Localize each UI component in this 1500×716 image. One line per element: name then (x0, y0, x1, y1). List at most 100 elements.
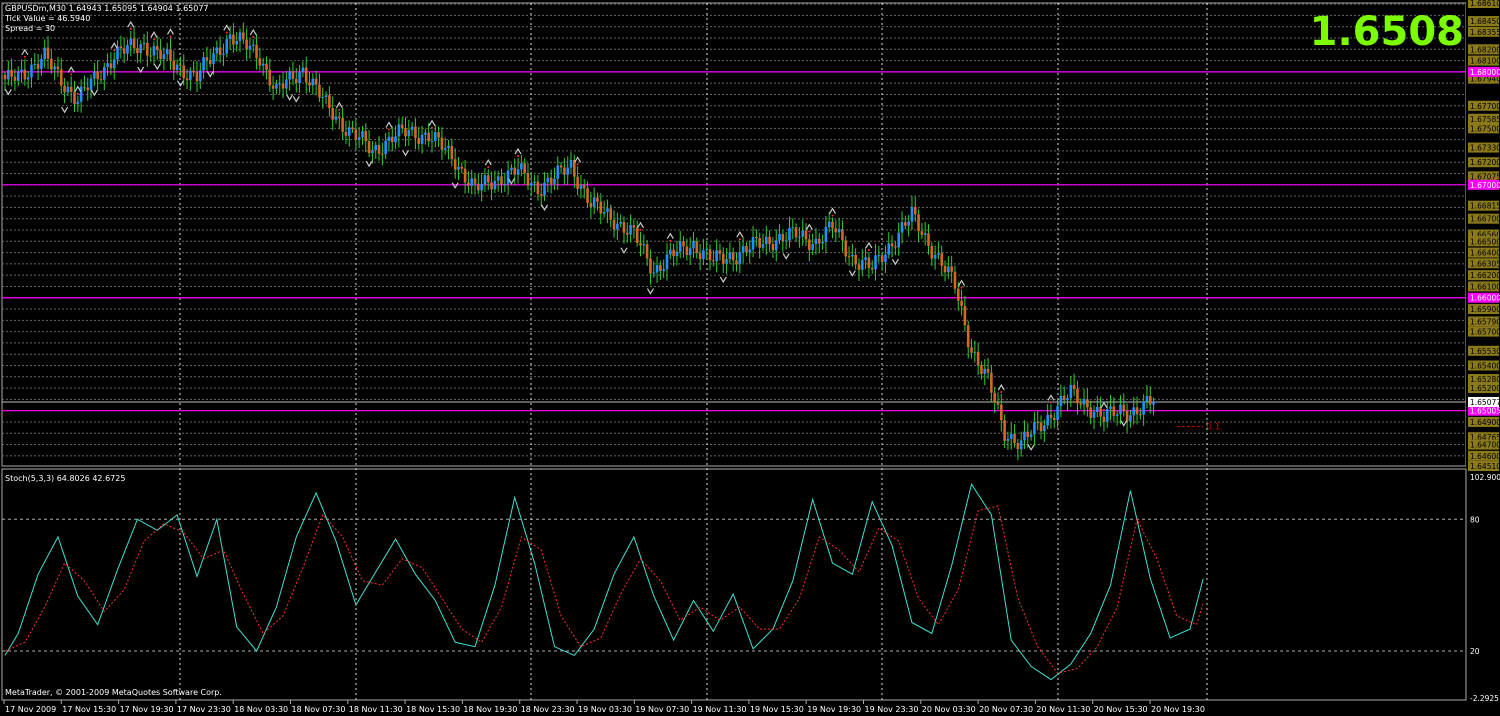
time-axis-label: 19 Nov 07:30 (635, 705, 689, 714)
candle-body (242, 32, 245, 40)
candle-body (420, 134, 424, 144)
candle-body (1112, 406, 1116, 416)
fractal-dot (76, 92, 79, 95)
candle-body (50, 58, 53, 70)
candle-body (357, 137, 361, 140)
candle-body (669, 249, 672, 255)
fractal-dot (225, 31, 228, 34)
candle-body (735, 260, 738, 265)
candle-body (771, 244, 775, 251)
candle-body (467, 182, 470, 186)
candle-body (1009, 433, 1013, 439)
fractal-dot (70, 73, 73, 76)
stochastic-axis-label: -2.2925 (1470, 694, 1499, 703)
candle-body (900, 222, 904, 233)
candle-body (308, 82, 311, 86)
candle-body (712, 260, 715, 262)
price-axis-label: 1.65900 (1470, 305, 1500, 314)
candle-body (1092, 411, 1096, 418)
candle-body (169, 49, 172, 61)
price-axis[interactable]: 1.686101.684501.683551.682001.681001.679… (1466, 0, 1500, 703)
down-fractal-marker (137, 66, 145, 74)
candle-body (7, 69, 10, 80)
candle-body (990, 372, 993, 393)
candle-body (397, 124, 401, 137)
candle-body (645, 244, 649, 259)
candle-body (384, 140, 387, 155)
price-axis-label: 1.66100 (1470, 282, 1500, 291)
candle-body (665, 254, 669, 270)
fractal-dot (169, 35, 172, 38)
candle-body (1056, 406, 1059, 421)
candle-body (354, 129, 358, 140)
candle-body (635, 227, 639, 243)
candle-body (255, 44, 258, 59)
candle-body (808, 239, 811, 250)
candle-body (980, 365, 983, 374)
candle-body (387, 136, 391, 141)
candle-body (606, 208, 609, 213)
candle-body (566, 167, 569, 175)
candle-body (162, 54, 166, 60)
candle-body (427, 132, 430, 142)
candle-body (950, 266, 953, 272)
down-fractal-marker (292, 96, 300, 103)
candle-body (208, 60, 212, 64)
down-fractal-marker (1120, 420, 1128, 427)
candle-body (586, 188, 589, 203)
candle-body (731, 252, 735, 261)
candle-body (400, 124, 404, 129)
down-fractal-marker (782, 253, 790, 260)
candle-body (983, 368, 987, 374)
candle-body (506, 170, 510, 184)
candle-body (288, 71, 291, 80)
fractal-dot (152, 38, 155, 41)
candle-body (923, 233, 927, 235)
candle-body (149, 55, 152, 57)
candle-body (784, 240, 788, 242)
time-axis-label: 18 Nov 03:30 (234, 705, 288, 714)
candle-body (185, 78, 189, 81)
candle-body (725, 259, 728, 264)
candle-body (688, 248, 692, 256)
candle-body (609, 208, 613, 220)
candle-body (721, 253, 725, 264)
candle-body (1105, 409, 1109, 422)
candle-body (794, 227, 798, 238)
candle-body (592, 197, 596, 208)
candle-body (685, 246, 689, 256)
candle-body (46, 47, 50, 59)
candle-body (897, 232, 900, 248)
candle-body (927, 233, 930, 246)
down-fractal-marker (286, 94, 294, 101)
candle-body (93, 71, 96, 79)
candle-body (553, 178, 556, 184)
candle-body (152, 46, 156, 56)
candle-body (1052, 417, 1056, 421)
up-fractal-marker (514, 147, 522, 155)
candle-body (132, 38, 136, 49)
candle-body (576, 176, 579, 189)
time-axis-label: 17 Nov 19:30 (120, 705, 174, 714)
spread-label: Spread = 30 (5, 24, 56, 33)
candle-body (821, 241, 824, 244)
candle-body (966, 325, 970, 348)
candle-body (718, 250, 722, 254)
candle-body (761, 244, 765, 248)
symbol-info: GBPUSDm,M30 1.64943 1.65095 1.64904 1.65… (5, 4, 209, 13)
candle-body (496, 176, 500, 181)
candle-body (556, 165, 560, 179)
fractal-dot (669, 239, 672, 242)
candle-body (778, 233, 781, 241)
candle-body (937, 253, 940, 255)
price-axis-label: 1.64510 (1470, 462, 1500, 471)
candle-body (301, 67, 305, 73)
candle-body (10, 69, 13, 77)
candle-body (1096, 406, 1099, 412)
candle-body (1059, 395, 1063, 407)
candle-body (649, 258, 652, 274)
candle-body (917, 214, 920, 232)
time-axis-label: 19 Nov 23:30 (865, 705, 919, 714)
down-fractal-marker (4, 89, 12, 96)
copyright-label: MetaTrader, © 2001-2009 MetaQuotes Softw… (5, 688, 222, 697)
